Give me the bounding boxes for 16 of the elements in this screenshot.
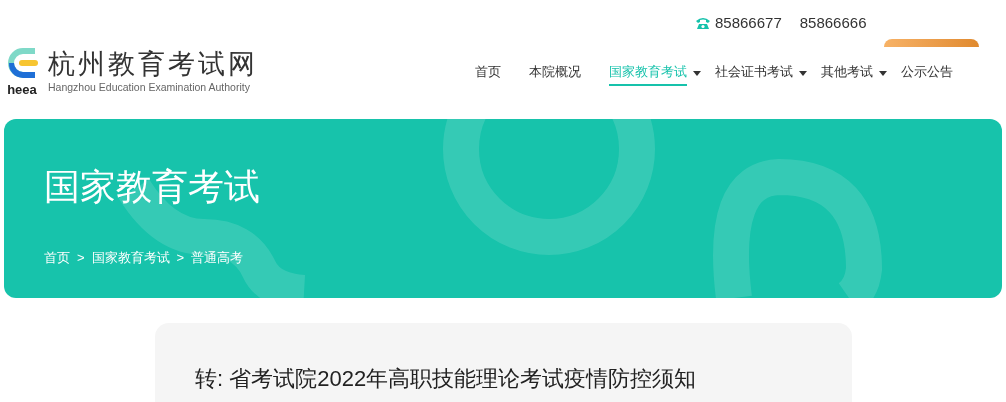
logo-mark-text: heea	[7, 83, 37, 97]
phone-number: 85866666	[799, 13, 867, 33]
nav-link[interactable]: 公示公告	[901, 62, 953, 86]
breadcrumb-separator: >	[77, 249, 85, 267]
phone-number: 85866677	[715, 13, 782, 33]
article-title: 转: 省考试院2022年高职技能理论考试疫情防控须知	[195, 366, 697, 391]
nav-link[interactable]: 其他考试	[821, 62, 873, 86]
breadcrumb-separator: >	[176, 249, 185, 267]
site-subtitle: Hangzhou Education Examination Authority	[48, 80, 251, 94]
nav-link[interactable]: 首页	[475, 62, 501, 86]
phone-icon	[695, 16, 711, 31]
logo-icon	[5, 45, 39, 81]
nav-link[interactable]: 社会证书考试	[715, 62, 793, 86]
site-title: 杭州教育考试网	[48, 48, 258, 80]
nav-link[interactable]: 本院概况	[529, 62, 581, 86]
banner-title: 国家教育考试	[44, 165, 261, 209]
